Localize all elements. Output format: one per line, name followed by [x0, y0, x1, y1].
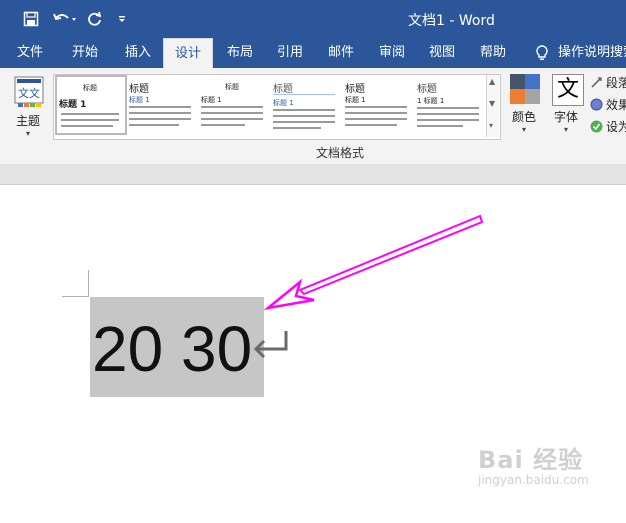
watermark-url: jingyan.baidu.com [478, 473, 589, 487]
watermark-logo-text: Bai 经验 [478, 446, 584, 474]
baidu-watermark: Bai 经验 jingyan.baidu.com [478, 440, 589, 487]
